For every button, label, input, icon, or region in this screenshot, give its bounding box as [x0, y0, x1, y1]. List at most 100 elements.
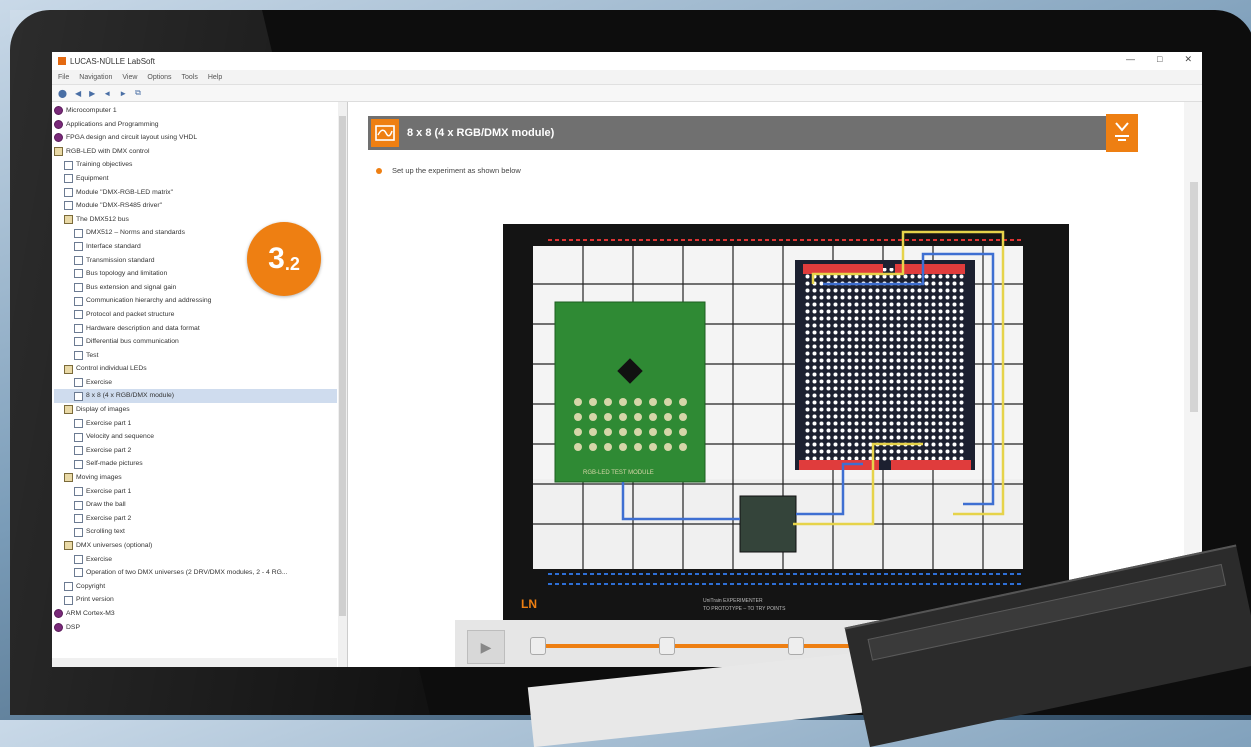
bookmark-icon[interactable]	[1106, 114, 1138, 152]
progress-step-marker[interactable]	[787, 637, 804, 655]
menu-navigation[interactable]: Navigation	[79, 74, 112, 81]
menu-help[interactable]: Help	[208, 74, 222, 81]
window-controls: — □ ✕	[1126, 54, 1192, 65]
progress-step-marker[interactable]	[658, 637, 675, 655]
board-caption: RGB-LED TEST MODULE	[583, 470, 654, 476]
tree-item[interactable]: Scrolling text	[54, 525, 337, 539]
tree-item-selected[interactable]: 8 x 8 (4 x RGB/DMX module)	[54, 389, 337, 404]
badge-subnumber: .2	[284, 253, 300, 274]
tree-item-label: Copyright	[76, 582, 106, 590]
home-icon[interactable]: ⬤	[58, 89, 67, 98]
page-icon	[74, 527, 83, 537]
tree-item-label: Velocity and sequence	[86, 433, 155, 441]
tree-item[interactable]: Draw the ball	[54, 498, 337, 512]
instruction: Set up the experiment as shown below	[376, 166, 521, 175]
tree-item[interactable]: Module "DMX-RGB-LED matrix"	[54, 186, 337, 200]
tree-item[interactable]: Differential bus communication	[54, 335, 337, 349]
tree-item[interactable]: Training objectives	[54, 158, 337, 172]
previous-page-icon[interactable]: ◄	[103, 89, 111, 98]
tree-item-label: Module "DMX-RGB-LED matrix"	[76, 188, 173, 196]
badge-number: 3	[268, 242, 285, 275]
tree-item[interactable]: Exercise part 2	[54, 512, 337, 526]
maximize-button[interactable]: □	[1157, 54, 1162, 65]
tree-item[interactable]: ARM Cortex-M3	[54, 607, 337, 621]
menu-bar: File Navigation View Options Tools Help	[52, 70, 1202, 85]
tree-item-label: Bus topology and limitation	[86, 270, 168, 278]
tree-item[interactable]: Velocity and sequence	[54, 430, 337, 444]
tree-horizontal-scrollbar[interactable]	[52, 658, 337, 667]
window-title: LUCAS-NÜLLE LabSoft	[70, 56, 155, 66]
tree-item[interactable]: Moving images	[54, 471, 337, 485]
tree-item-label: Interface standard	[86, 242, 141, 250]
tree-item[interactable]: Hardware description and data format	[54, 322, 337, 336]
menu-tools[interactable]: Tools	[182, 74, 198, 81]
page-icon	[74, 337, 83, 347]
menu-options[interactable]: Options	[147, 74, 171, 81]
tree-item-label: Microcomputer 1	[66, 107, 117, 114]
page-icon	[74, 554, 83, 564]
page-scroll-thumb[interactable]	[1190, 182, 1198, 412]
tree-item-label: Operation of two DMX universes (2 DRV/DM…	[86, 569, 288, 577]
page-type-icon	[371, 119, 399, 147]
page-icon	[74, 283, 83, 293]
tree-item-label: Self-made pictures	[86, 460, 143, 468]
tree-item[interactable]: Print version	[54, 593, 337, 607]
tree-item[interactable]: Display of images	[54, 403, 337, 417]
page-icon	[64, 160, 73, 170]
title-bar: LUCAS-NÜLLE LabSoft — □ ✕	[52, 52, 1202, 70]
tree-item[interactable]: Protocol and packet structure	[54, 308, 337, 322]
menu-file[interactable]: File	[58, 74, 69, 81]
svg-text:LN: LN	[521, 597, 537, 611]
tree-item[interactable]: RGB-LED with DMX control	[54, 145, 337, 159]
tree-item-label: Applications and Programming	[66, 120, 159, 128]
tree-item[interactable]: Exercise	[54, 553, 337, 567]
menu-view[interactable]: View	[122, 74, 137, 81]
tree-item[interactable]: Exercise part 1	[54, 417, 337, 431]
tree-item[interactable]: Copyright	[54, 580, 337, 594]
page-icon	[64, 595, 73, 605]
tree-item[interactable]: Test	[54, 349, 337, 363]
page-icon	[74, 486, 83, 496]
chapter-book-icon	[64, 364, 73, 374]
chapter-book-icon	[64, 215, 73, 225]
tree-item[interactable]: Control individual LEDs	[54, 362, 337, 376]
chapter-book-icon	[64, 541, 73, 551]
tree-item[interactable]: DMX universes (optional)	[54, 539, 337, 553]
tree-item[interactable]: Communication hierarchy and addressing	[54, 294, 337, 308]
tree-item-label: Print version	[76, 596, 114, 604]
tree-item[interactable]: DSP	[54, 621, 337, 635]
course-tree: Microcomputer 1 Applications and Programm…	[52, 102, 348, 667]
tree-item[interactable]: Operation of two DMX universes (2 DRV/DM…	[54, 566, 337, 580]
progress-step-marker[interactable]	[530, 637, 546, 655]
application-window: LUCAS-NÜLLE LabSoft — □ ✕ File Navigatio…	[52, 52, 1202, 667]
tree-item-label: Test	[86, 351, 99, 359]
tree-scrollbar[interactable]	[338, 102, 347, 667]
tree-item-label: Communication hierarchy and addressing	[86, 297, 212, 305]
tree-item[interactable]: Module "DMX-RS485 driver"	[54, 199, 337, 213]
tree-item[interactable]: Exercise	[54, 376, 337, 390]
minimize-button[interactable]: —	[1126, 54, 1135, 65]
tree-item[interactable]: Self-made pictures	[54, 457, 337, 471]
chapter-book-icon	[64, 473, 73, 483]
chapter-book-icon	[54, 147, 63, 157]
tree-item[interactable]: Equipment	[54, 172, 337, 186]
window-icon[interactable]: ⧉	[135, 88, 141, 98]
play-button[interactable]: ▶	[467, 630, 505, 664]
page-icon	[74, 432, 83, 442]
forward-icon[interactable]: ▶	[89, 89, 95, 98]
back-icon[interactable]: ◀	[75, 89, 81, 98]
board-foot-title: UniTrain EXPERIMENTER	[703, 598, 763, 604]
tree-item[interactable]: Exercise part 1	[54, 485, 337, 499]
tree-item-label: Equipment	[76, 174, 109, 182]
tree-item[interactable]: Exercise part 2	[54, 444, 337, 458]
tree-item[interactable]: Microcomputer 1	[54, 104, 337, 118]
page-icon	[74, 350, 83, 360]
tree-item[interactable]: FPGA design and circuit layout using VHD…	[54, 131, 337, 145]
tree-item[interactable]: Applications and Programming	[54, 118, 337, 132]
content-area: Microcomputer 1 Applications and Programm…	[52, 102, 1202, 667]
next-page-icon[interactable]: ►	[119, 89, 127, 98]
page-icon	[64, 582, 73, 592]
tree-scroll-thumb[interactable]	[339, 116, 346, 616]
close-button[interactable]: ✕	[1184, 54, 1192, 65]
tree-item-label: Exercise part 2	[86, 514, 132, 522]
